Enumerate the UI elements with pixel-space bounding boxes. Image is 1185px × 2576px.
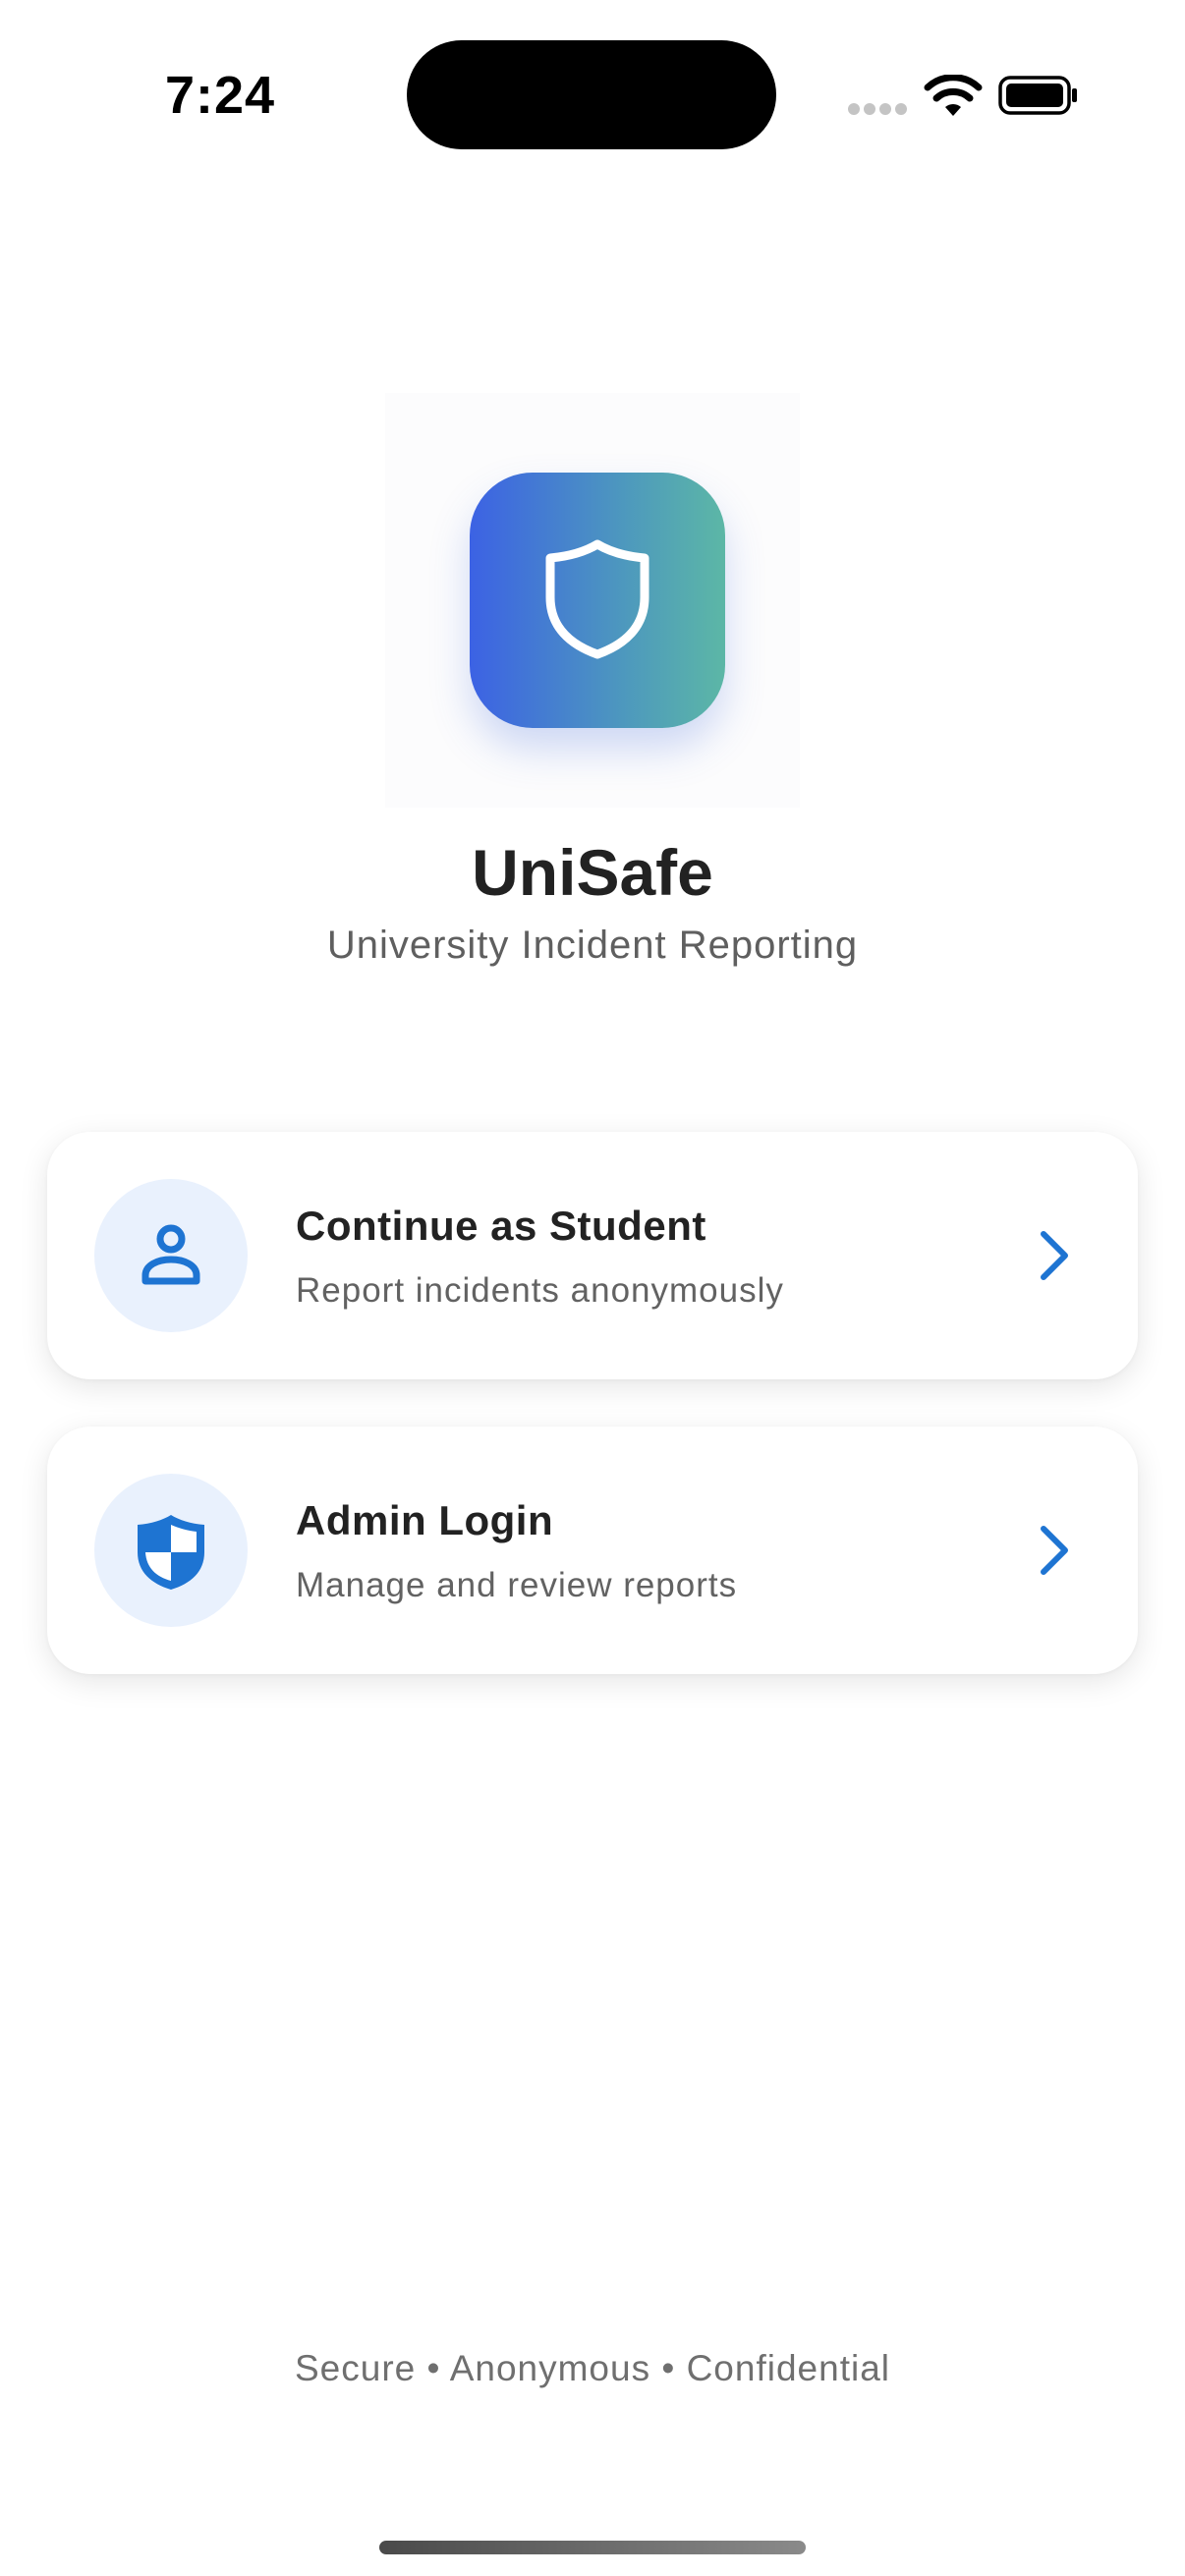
battery-icon (998, 76, 1077, 115)
footer-tagline: Secure • Anonymous • Confidential (294, 2348, 890, 2388)
continue-as-student-button[interactable]: Continue as Student Report incidents ano… (47, 1132, 1138, 1379)
shield-icon (545, 539, 649, 659)
dynamic-island (407, 40, 776, 149)
app-title: UniSafe (472, 836, 713, 909)
admin-login-button[interactable]: Admin Login Manage and review reports (47, 1427, 1138, 1674)
status-time: 7:24 (165, 66, 276, 125)
status-bar: 7:24 (0, 0, 1185, 149)
student-icon-circle (94, 1179, 248, 1332)
signal-dots-icon (848, 103, 907, 115)
admin-card-description: Manage and review reports (296, 1566, 738, 1604)
chevron-right-icon (1041, 1526, 1068, 1575)
person-icon (141, 1224, 200, 1285)
chevron-right-icon (1041, 1231, 1068, 1280)
admin-card-title: Admin Login (296, 1497, 554, 1543)
student-card-description: Report incidents anonymously (296, 1271, 784, 1310)
admin-icon-circle (94, 1474, 248, 1627)
app-subtitle: University Incident Reporting (326, 924, 859, 967)
home-indicator[interactable] (379, 2541, 806, 2554)
wifi-icon (924, 75, 983, 116)
admin-shield-icon (138, 1515, 204, 1590)
student-card-title: Continue as Student (296, 1203, 706, 1249)
